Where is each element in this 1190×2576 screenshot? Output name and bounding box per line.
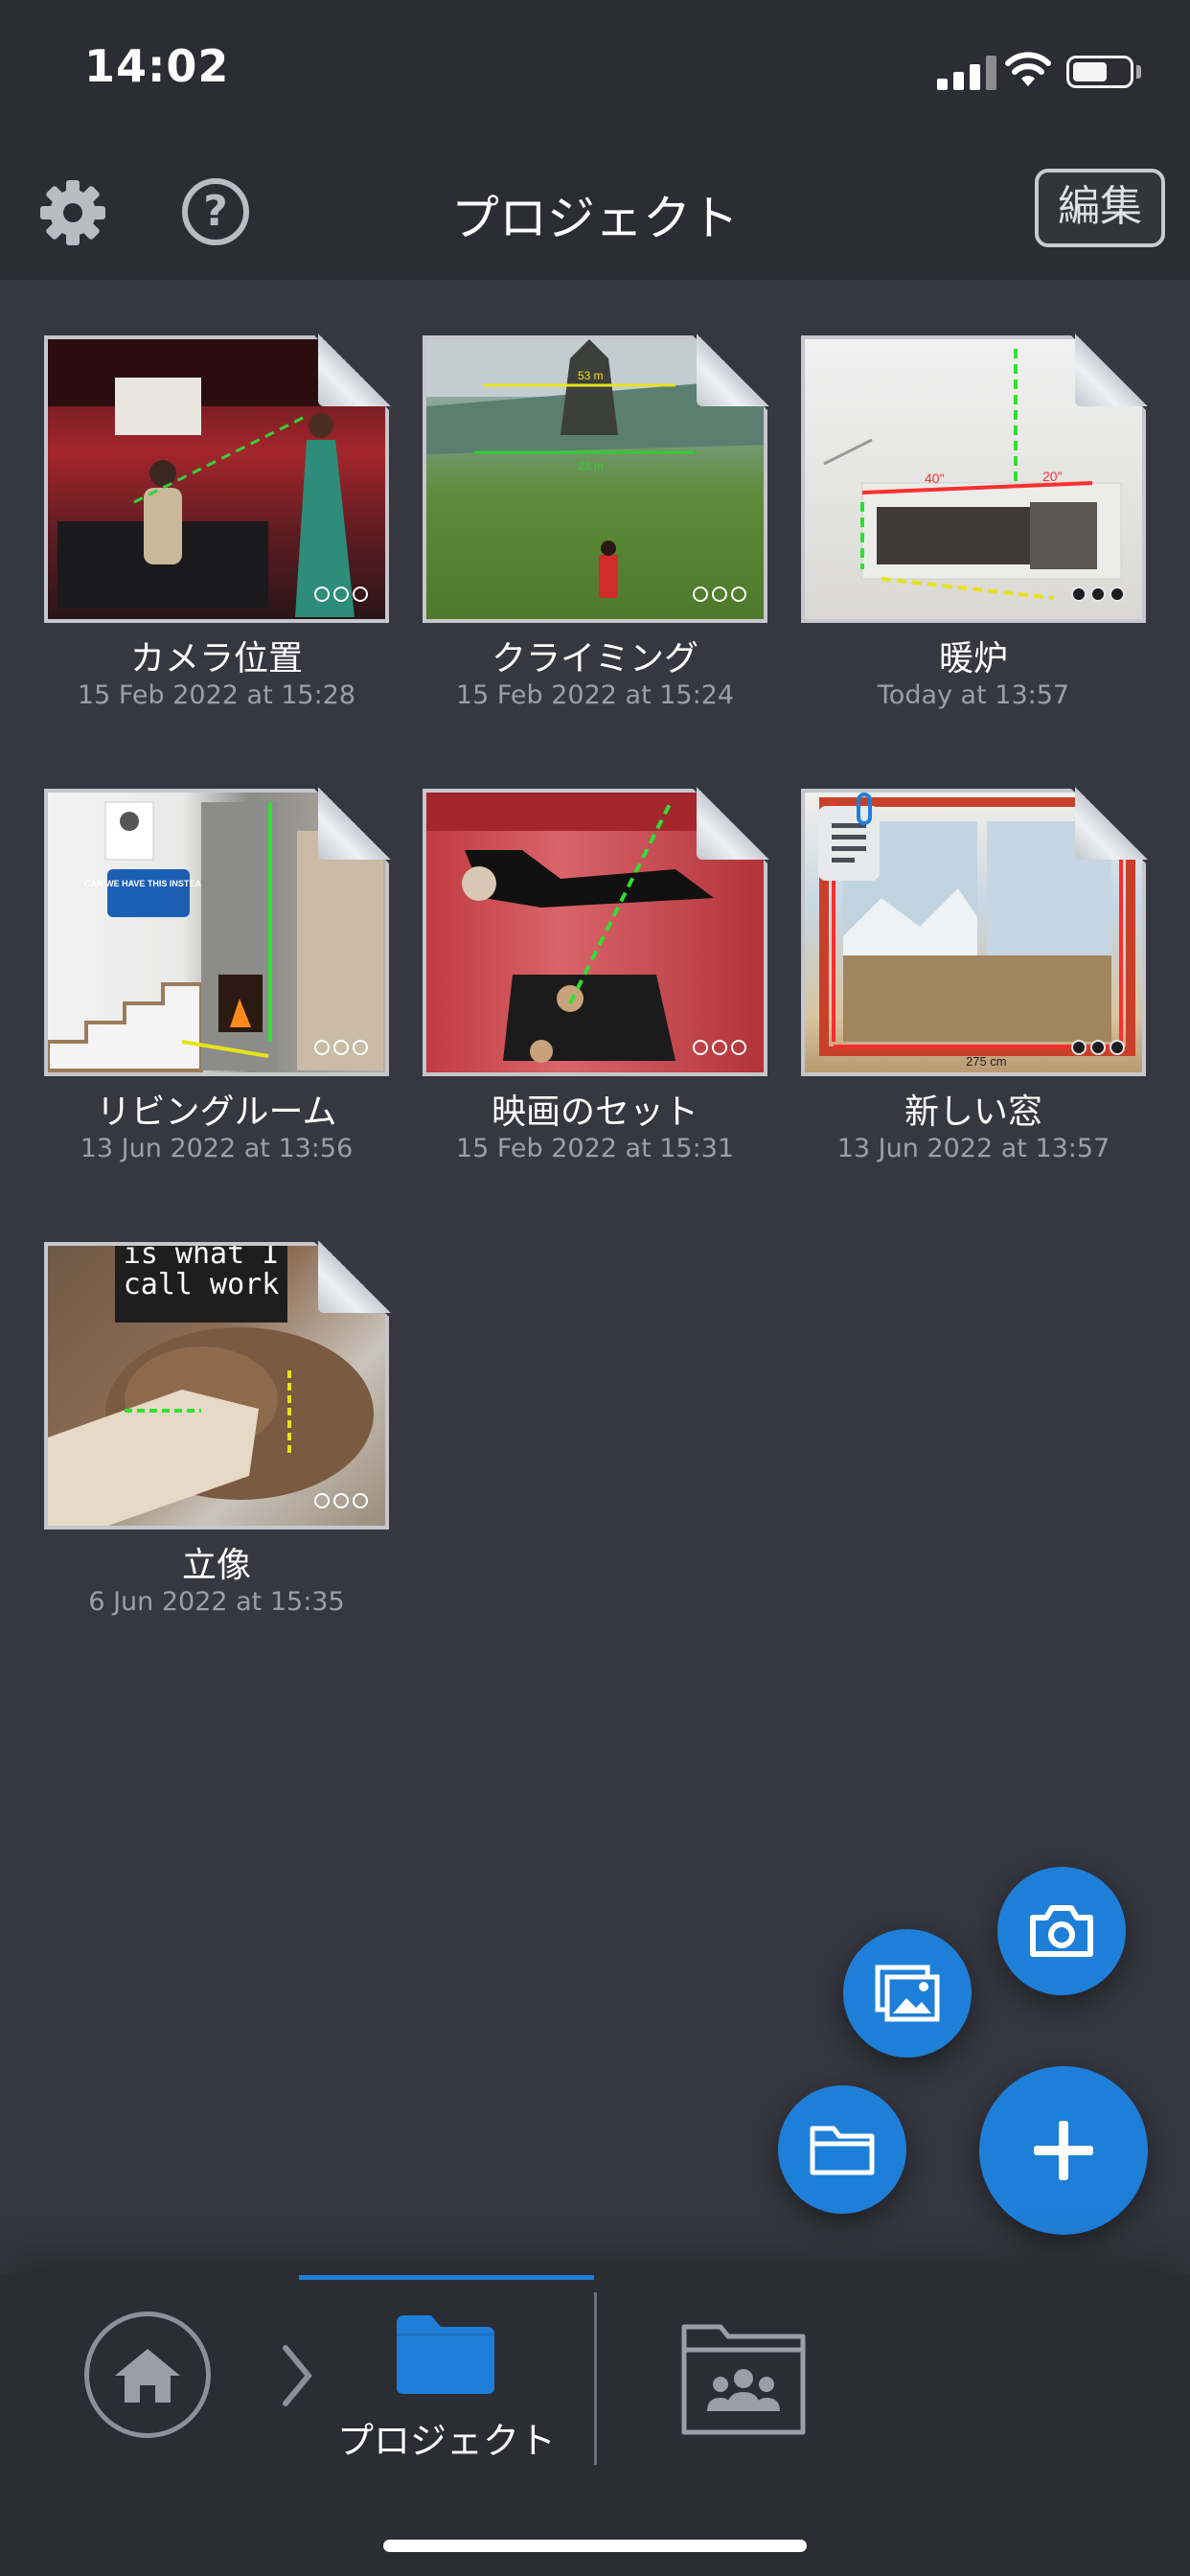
cellular-signal-icon — [937, 56, 1000, 90]
sign-text: CAN WE HAVE THIS INSTEAD? — [84, 879, 213, 888]
page-fold-corner — [318, 334, 391, 406]
bottom-navigation-bar: プロジェクト — [0, 2275, 1190, 2576]
project-title: 映画のセット — [491, 1092, 698, 1132]
paperclip-icon — [857, 793, 872, 825]
project-title: リビングルーム — [96, 1092, 337, 1132]
project-card[interactable]: 53 m 23 m クライミング 15 Feb 2022 at 15:24 — [423, 334, 769, 710]
project-options-icon[interactable] — [314, 1040, 368, 1055]
sign-text: call work — [124, 1268, 280, 1301]
chevron-right-icon — [283, 2345, 312, 2406]
navigation-bar: ? プロジェクト 編集 — [0, 144, 1190, 280]
project-card[interactable]: CAN WE HAVE THIS INSTEAD? リビングルーム 13 Jun… — [44, 787, 391, 1163]
project-date: 6 Jun 2022 at 15:35 — [88, 1587, 345, 1617]
project-card[interactable]: 40" 20" 暖炉 Today at 13:57 — [801, 334, 1148, 710]
wifi-icon — [1005, 52, 1051, 86]
project-options-icon[interactable] — [693, 1040, 746, 1055]
home-button[interactable] — [84, 2312, 211, 2438]
camera-icon — [1030, 1905, 1093, 1957]
measure-label: 275 cm — [966, 1054, 1007, 1069]
project-options-icon[interactable] — [314, 1493, 368, 1508]
home-indicator — [383, 2540, 807, 2552]
project-title: 新しい窓 — [904, 1092, 1042, 1132]
measure-label: 20" — [1042, 469, 1063, 484]
project-card[interactable]: is what I call work 立像 6 Jun 2022 at 15:… — [44, 1240, 391, 1617]
project-date: 13 Jun 2022 at 13:56 — [80, 1134, 354, 1163]
battery-icon — [1066, 56, 1133, 88]
page-fold-corner — [318, 787, 391, 860]
folder-icon — [810, 2126, 875, 2175]
project-date: 15 Feb 2022 at 15:28 — [77, 680, 356, 710]
project-date: 13 Jun 2022 at 13:57 — [836, 1134, 1110, 1163]
project-options-icon[interactable] — [1071, 586, 1125, 602]
camera-button[interactable] — [997, 1867, 1126, 1995]
page-fold-corner — [318, 1240, 391, 1313]
project-options-icon[interactable] — [1071, 1040, 1125, 1055]
shared-folder-icon[interactable] — [680, 2317, 807, 2436]
project-date: 15 Feb 2022 at 15:31 — [455, 1134, 735, 1163]
measure-label: 53 m — [578, 369, 604, 382]
project-title: カメラ位置 — [129, 639, 303, 678]
status-time: 14:02 — [84, 40, 230, 92]
project-date: 15 Feb 2022 at 15:24 — [455, 680, 735, 710]
project-title: 立像 — [181, 1546, 251, 1585]
note-attachment-icon — [818, 793, 880, 881]
page-fold-corner — [1075, 334, 1148, 406]
gallery-icon — [875, 1965, 940, 2022]
page-title: プロジェクト — [451, 191, 739, 246]
gallery-button[interactable] — [843, 1929, 972, 2058]
battery-tip — [1136, 65, 1141, 79]
home-icon — [115, 2349, 180, 2403]
open-folder-button[interactable] — [778, 2085, 906, 2214]
status-bar: 14:02 — [0, 0, 1190, 144]
add-project-button[interactable] — [979, 2066, 1148, 2235]
tab-divider — [594, 2292, 597, 2465]
edit-button[interactable]: 編集 — [1035, 169, 1165, 247]
project-options-icon[interactable] — [314, 586, 368, 602]
folder-tab-icon[interactable] — [395, 2313, 496, 2396]
page-fold-corner — [697, 787, 769, 860]
project-options-icon[interactable] — [693, 586, 746, 602]
project-card[interactable]: 275 cm 新しい窓 13 Jun 2022 at 13:57 — [801, 787, 1148, 1163]
plus-icon — [1034, 2121, 1093, 2180]
measure-label: 40" — [925, 471, 945, 486]
project-card[interactable]: 映画のセット 15 Feb 2022 at 15:31 — [423, 787, 769, 1163]
active-tab-indicator — [299, 2275, 594, 2280]
project-date: Today at 13:57 — [877, 680, 1070, 710]
projects-tab-label[interactable]: プロジェクト — [299, 2411, 594, 2464]
page-fold-corner — [697, 334, 769, 406]
project-title: クライミング — [491, 639, 698, 678]
measure-label: 23 m — [578, 459, 604, 472]
project-card[interactable]: カメラ位置 15 Feb 2022 at 15:28 — [44, 334, 391, 710]
page-fold-corner — [1075, 787, 1148, 860]
project-title: 暖炉 — [938, 639, 1008, 678]
